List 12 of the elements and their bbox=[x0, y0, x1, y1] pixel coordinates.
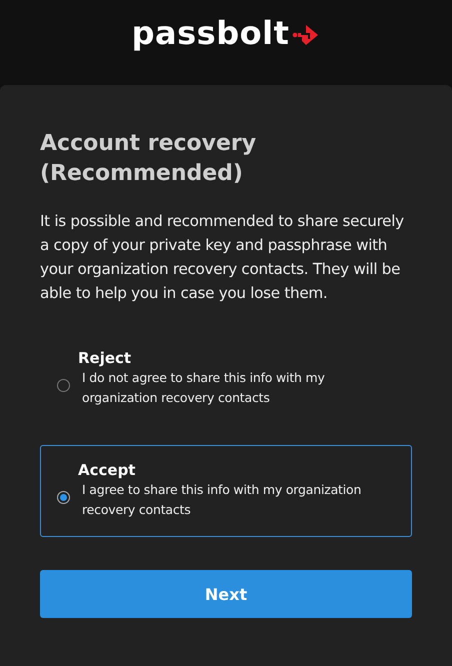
radio-option[interactable]: Accept I agree to share this info with my organization recovery contacts bbox=[40, 445, 412, 537]
radio-button[interactable] bbox=[57, 378, 70, 392]
option-description: I agree to share this info with my organization recovery contacts bbox=[82, 481, 362, 519]
description: It is possible and recommended to share securely a copy of your private key and passphrase with your organization recovery contacts. They will be able to help you in case you lose them. bbox=[40, 211, 405, 304]
logo-text: passbolt bbox=[132, 14, 290, 52]
radio-button[interactable] bbox=[57, 490, 70, 504]
option-description: I do not agree to share this info with my organization recovery contacts bbox=[82, 369, 326, 407]
key-logo-icon bbox=[292, 23, 320, 47]
option-label: Reject bbox=[78, 348, 132, 368]
radio-option[interactable]: Reject I do not agree to share this info with my organization recovery contacts bbox=[40, 333, 412, 425]
page-title: Account recovery (Recommended) bbox=[40, 130, 258, 188]
option-label: Accept bbox=[78, 460, 136, 480]
